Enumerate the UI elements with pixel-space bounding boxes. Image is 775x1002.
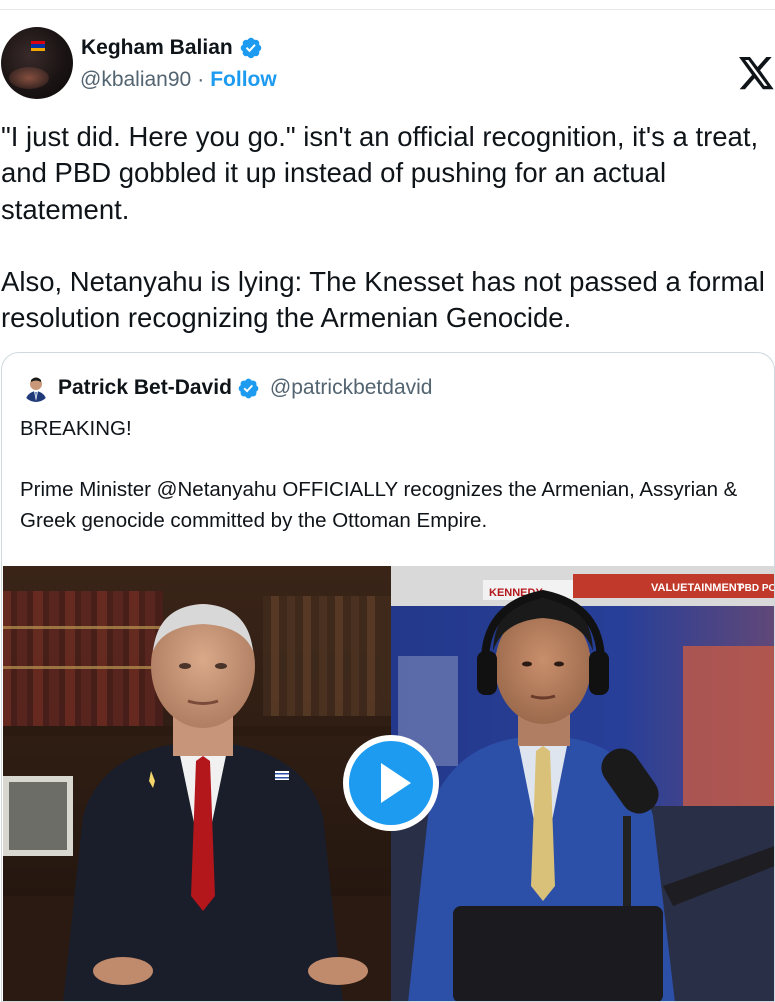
quoted-author-handle[interactable]: @patrickbetdavid [270,376,433,400]
overlay-text-valuetainment: VALUETAINMENT [651,582,744,594]
verified-badge-icon [240,37,261,59]
tweet-paragraph-2: Also, Netanyahu is lying: The Knesset ha… [1,266,765,334]
separator-dot: · [197,68,205,91]
author-handle[interactable]: @kbalian90 [80,68,191,92]
tweet-paragraph-1: "I just did. Here you go." isn't an offi… [1,121,759,225]
overlay-text-pbd-pod: PBD POD [738,583,775,594]
play-icon[interactable] [341,733,441,833]
tweet-body: "I just did. Here you go." isn't an offi… [1,119,771,337]
x-logo-icon[interactable] [739,57,775,90]
armenian-flag-icon [31,41,45,51]
verified-badge-icon [238,378,259,398]
quoted-line-statement: Prime Minister @Netanyahu OFFICIALLY rec… [20,478,738,532]
author-display-name[interactable]: Kegham Balian [81,36,233,60]
quoted-tweet-header: Patrick Bet-David @patrickbetdavid [22,373,432,403]
follow-button[interactable]: Follow [210,68,277,92]
author-handle-row: @kbalian90 · Follow [80,68,277,92]
quoted-tweet-body: BREAKING! Prime Minister @Netanyahu OFFI… [20,414,760,536]
tweet-header: Kegham Balian @kbalian90 · Follow [0,27,775,101]
quoted-tweet-card[interactable]: Patrick Bet-David @patrickbetdavid BREAK… [1,352,775,1002]
quoted-line-breaking: BREAKING! [20,417,132,440]
author-avatar[interactable] [1,27,73,99]
top-divider [0,9,775,10]
quoted-author-display-name[interactable]: Patrick Bet-David [58,376,232,400]
author-name-row: Kegham Balian [81,35,263,61]
quoted-video[interactable]: KENNEDY VALUETAINMENT PBD POD [3,566,775,1001]
quoted-author-avatar[interactable] [22,374,50,402]
